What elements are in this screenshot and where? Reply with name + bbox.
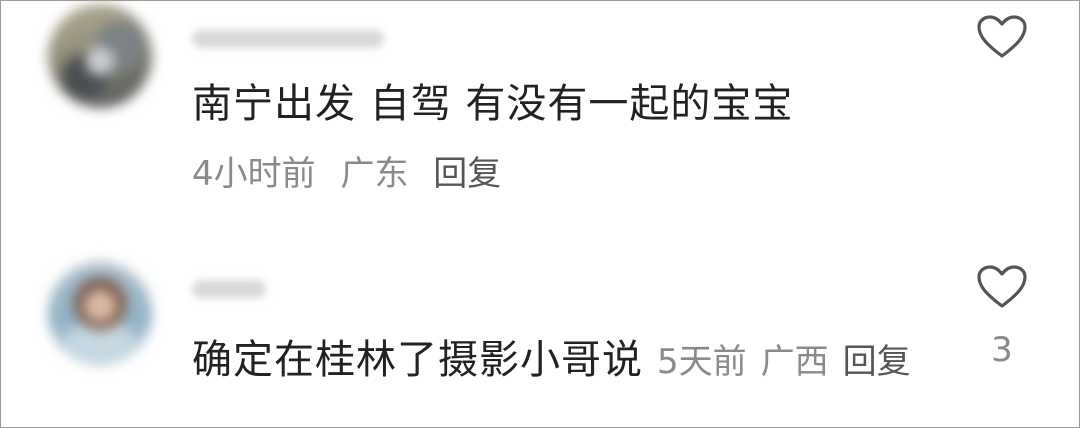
like-button[interactable]: 3 (974, 264, 1030, 370)
avatar[interactable] (48, 4, 152, 108)
comment-time: 4小时前 (192, 154, 316, 194)
comment-location: 广西 (760, 342, 829, 382)
comment-time: 5天前 (657, 342, 747, 382)
username-blurred[interactable] (192, 30, 384, 48)
comment-location: 广东 (340, 154, 409, 194)
reply-button[interactable]: 回复 (843, 342, 911, 382)
avatar[interactable] (48, 262, 152, 366)
username-blurred[interactable] (192, 280, 266, 298)
heart-outline-icon (977, 15, 1027, 58)
heart-outline-icon (977, 265, 1027, 308)
like-button[interactable] (974, 14, 1030, 80)
comment-text: 确定在桂林了摄影小哥说 5天前 广西 回复 (192, 336, 911, 386)
comment-meta: 4小时前 广东 回复 (192, 154, 515, 194)
comment-item: 确定在桂林了摄影小哥说 5天前 广西 回复 3 (0, 250, 1080, 428)
comment-text-body: 确定在桂林了摄影小哥说 (192, 337, 643, 383)
reply-button[interactable]: 回复 (433, 154, 501, 194)
comment-item: 南宁出发 自驾 有没有一起的宝宝 4小时前 广东 回复 (0, 0, 1080, 220)
comment-meta: 5天前 广西 回复 (657, 338, 911, 386)
comment-text: 南宁出发 自驾 有没有一起的宝宝 (192, 81, 794, 127)
like-count: 3 (991, 330, 1013, 370)
